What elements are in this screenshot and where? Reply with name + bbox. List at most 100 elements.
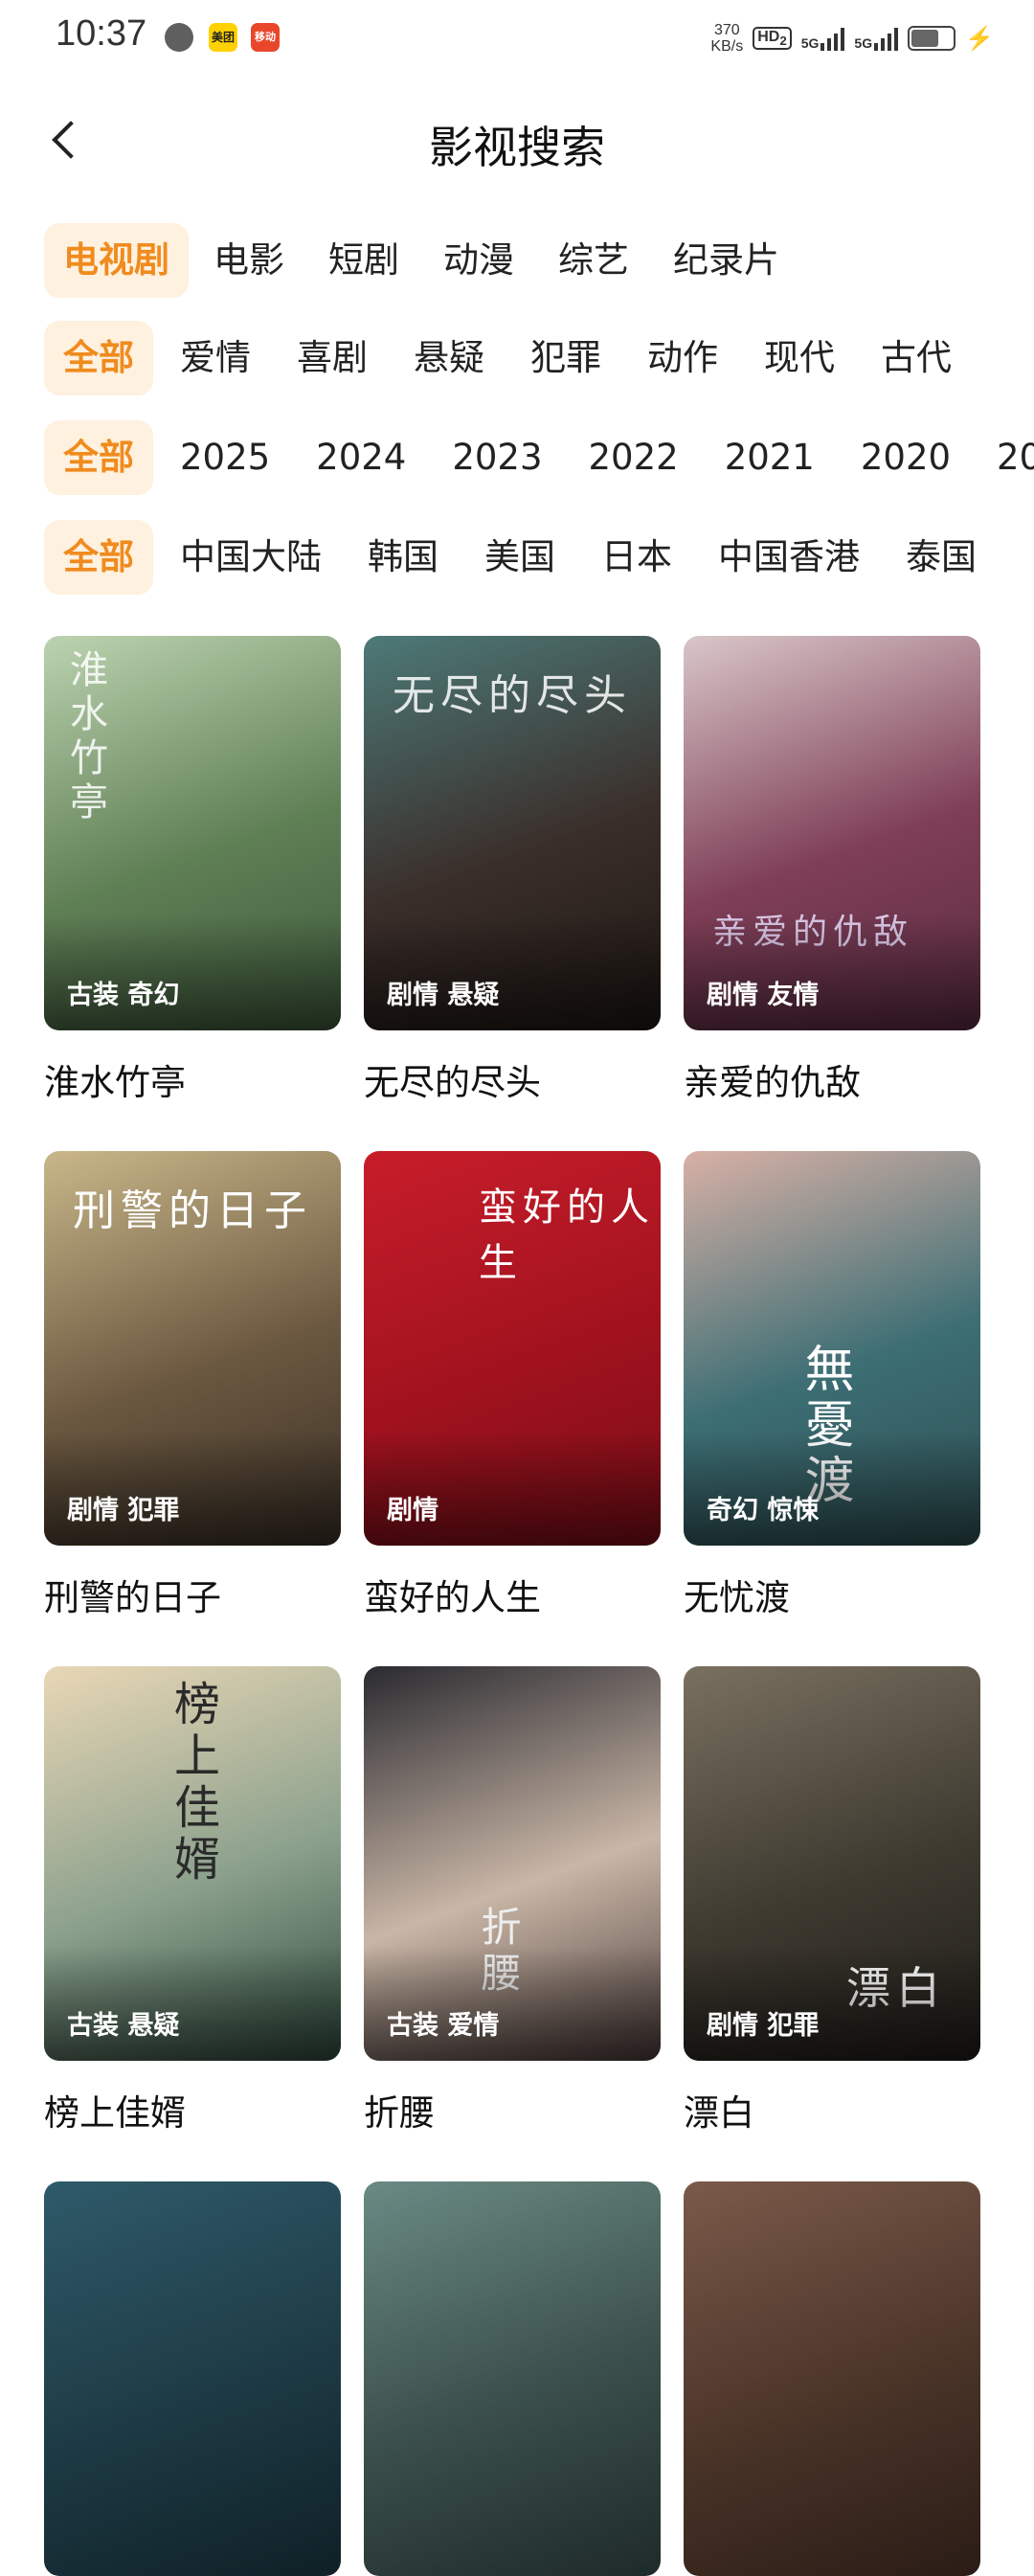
filter-type-0[interactable]: 电视剧 [44, 223, 189, 298]
result-card[interactable]: 蛮好的人生 剧情 蛮好的人生 [364, 1151, 661, 1620]
poster-image: 无尽的尽头 剧情 悬疑 [364, 636, 661, 1030]
battery-icon [908, 26, 956, 51]
result-card[interactable]: 刑警的日子 剧情 犯罪 刑警的日子 [44, 1151, 341, 1620]
filter-region-3[interactable]: 美国 [465, 520, 574, 595]
poster-image: 漂白 剧情 犯罪 [684, 1666, 980, 2061]
hd-icon: HD2 [753, 26, 792, 51]
card-title: 折腰 [364, 2092, 435, 2134]
filter-genre-6[interactable]: 现代 [745, 321, 854, 395]
poster-title-text: 淮水竹亭 [63, 649, 107, 825]
filter-region-0[interactable]: 全部 [44, 520, 153, 595]
poster-image: 刑警的日子 剧情 犯罪 [44, 1151, 341, 1546]
result-card[interactable]: 榜上佳婿 古装 悬疑 榜上佳婿 [44, 1666, 341, 2135]
filter-genre-3[interactable]: 悬疑 [394, 321, 504, 395]
status-right: 370 KB/s HD2 5G 5G ⚡ [710, 19, 994, 57]
filter-type-2[interactable]: 短剧 [309, 223, 418, 298]
filter-type-4[interactable]: 综艺 [539, 223, 648, 298]
hd-sub: 2 [779, 34, 787, 49]
poster-image: 亲爱的仇敌 剧情 友情 [684, 636, 980, 1030]
poster-image [44, 2181, 341, 2576]
filter-year-6[interactable]: 2020 [842, 420, 970, 495]
filter-genre-7[interactable]: 古代 [862, 321, 971, 395]
status-bar: 10:37 美团 移动 370 KB/s HD2 5G 5G ⚡ [0, 0, 1034, 77]
genre-tag: 奇幻 惊悚 [707, 1496, 820, 1525]
filter-genre-1[interactable]: 爱情 [161, 321, 270, 395]
filter-year-5[interactable]: 2021 [706, 420, 834, 495]
filter-region-6[interactable]: 泰国 [887, 520, 996, 595]
network-speed-unit: KB/s [710, 38, 744, 55]
poster-image: 淮水竹亭 古装 奇幻 [44, 636, 341, 1030]
network-speed-value: 370 [713, 22, 740, 38]
result-card[interactable] [364, 2181, 661, 2576]
filter-region-2[interactable]: 韩国 [348, 520, 458, 595]
poster-title-text: 刑警的日子 [73, 1186, 312, 1235]
region-filter-row: 全部 中国大陆 韩国 美国 日本 中国香港 泰国 [44, 517, 1003, 598]
card-title: 无尽的尽头 [364, 1062, 541, 1103]
signal-1-label: 5G [800, 35, 820, 51]
genre-tag: 剧情 [387, 1496, 438, 1525]
card-title: 亲爱的仇敌 [684, 1062, 861, 1103]
result-card[interactable]: 亲爱的仇敌 剧情 友情 亲爱的仇敌 [684, 636, 980, 1105]
poster-title-text: 无尽的尽头 [393, 671, 632, 720]
result-card[interactable]: 無憂渡 奇幻 惊悚 无忧渡 [684, 1151, 980, 1620]
signal-icon-2: 5G [854, 26, 899, 51]
filter-region-1[interactable]: 中国大陆 [161, 520, 341, 595]
card-title: 蛮好的人生 [364, 1577, 541, 1618]
result-card[interactable] [684, 2181, 980, 2576]
wechat-icon [165, 23, 193, 52]
genre-tag: 剧情 友情 [707, 981, 820, 1010]
filter-year-4[interactable]: 2022 [570, 420, 698, 495]
filter-genre-5[interactable]: 动作 [628, 321, 737, 395]
header: 影视搜索 [0, 96, 1034, 192]
card-title: 无忧渡 [684, 1577, 790, 1618]
filter-year-0[interactable]: 全部 [44, 420, 153, 495]
filter-genre-0[interactable]: 全部 [44, 321, 153, 395]
hd-label: HD [757, 28, 780, 45]
filter-region-4[interactable]: 日本 [582, 520, 691, 595]
poster-title-text: 蛮好的人生 [479, 1186, 655, 1285]
poster-image [684, 2181, 980, 2576]
signal-icon-1: 5G [801, 26, 845, 51]
genre-tag: 剧情 犯罪 [707, 2011, 820, 2041]
genre-tag: 古装 奇幻 [67, 981, 180, 1010]
card-title: 刑警的日子 [44, 1577, 221, 1618]
result-card[interactable]: 淮水竹亭 古装 奇幻 淮水竹亭 [44, 636, 341, 1105]
result-card[interactable] [44, 2181, 341, 2576]
signal-2-label: 5G [854, 35, 873, 51]
filter-type-3[interactable]: 动漫 [424, 223, 533, 298]
filter-year-3[interactable]: 2023 [433, 420, 561, 495]
filter-genre-2[interactable]: 喜剧 [278, 321, 387, 395]
genre-filter-row: 全部 爱情 喜剧 悬疑 犯罪 动作 现代 古代 [44, 318, 978, 398]
genre-tag: 剧情 犯罪 [67, 1496, 180, 1525]
type-filter-row: 电视剧 电影 短剧 动漫 综艺 纪录片 [44, 220, 804, 301]
card-title: 榜上佳婿 [44, 2092, 186, 2134]
network-speed: 370 KB/s [710, 22, 743, 55]
poster-image: 榜上佳婿 古装 悬疑 [44, 1666, 341, 2061]
page-title: 影视搜索 [429, 122, 605, 173]
charging-icon: ⚡ [965, 25, 994, 52]
filter-region-5[interactable]: 中国香港 [699, 520, 879, 595]
poster-image: 無憂渡 奇幻 惊悚 [684, 1151, 980, 1546]
status-time: 10:37 [56, 13, 147, 54]
poster-image: 折腰 古装 爱情 [364, 1666, 661, 2061]
filter-type-1[interactable]: 电影 [194, 223, 303, 298]
year-filter-row: 全部 2025 2024 2023 2022 2021 2020 2019 [44, 418, 1034, 498]
filter-year-7[interactable]: 2019 [978, 420, 1034, 495]
filter-type-5[interactable]: 纪录片 [654, 223, 798, 298]
result-card[interactable]: 漂白 剧情 犯罪 漂白 [684, 1666, 980, 2135]
poster-image [364, 2181, 661, 2576]
genre-tag: 古装 爱情 [387, 2011, 500, 2041]
meituan-icon: 美团 [209, 23, 237, 52]
genre-tag: 古装 悬疑 [67, 2011, 180, 2041]
poster-image: 蛮好的人生 剧情 [364, 1151, 661, 1546]
china-mobile-icon: 移动 [251, 23, 280, 52]
filter-year-2[interactable]: 2024 [297, 420, 425, 495]
result-card[interactable]: 无尽的尽头 剧情 悬疑 无尽的尽头 [364, 636, 661, 1105]
card-title: 漂白 [684, 2092, 754, 2134]
filter-year-1[interactable]: 2025 [161, 420, 289, 495]
filter-genre-4[interactable]: 犯罪 [511, 321, 620, 395]
card-title: 淮水竹亭 [44, 1062, 186, 1103]
poster-title-text: 榜上佳婿 [166, 1680, 219, 1887]
result-card[interactable]: 折腰 古装 爱情 折腰 [364, 1666, 661, 2135]
genre-tag: 剧情 悬疑 [387, 981, 500, 1010]
